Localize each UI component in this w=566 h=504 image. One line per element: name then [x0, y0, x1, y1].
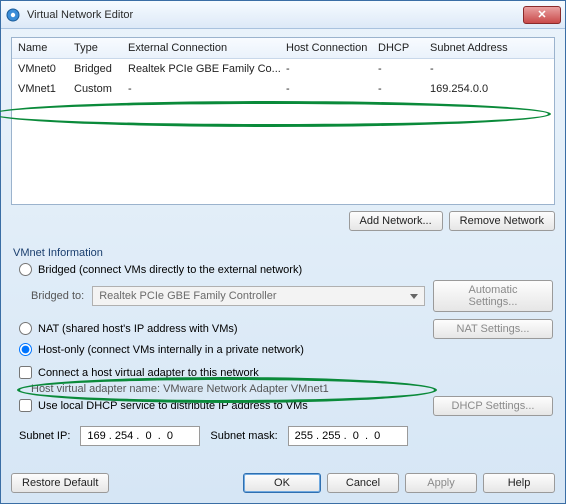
- cancel-button[interactable]: Cancel: [327, 473, 399, 493]
- close-button[interactable]: ✕: [523, 6, 561, 24]
- table-row[interactable]: VMnet1 Custom - - - 169.254.0.0: [12, 79, 554, 99]
- radio-bridged[interactable]: [19, 263, 32, 276]
- dialog-footer: Restore Default OK Cancel Apply Help: [1, 467, 565, 503]
- col-dhcp[interactable]: DHCP: [378, 42, 430, 54]
- host-adapter-name: Host virtual adapter name: VMware Networ…: [31, 383, 329, 395]
- col-subnet-address[interactable]: Subnet Address: [430, 42, 548, 54]
- label-use-dhcp: Use local DHCP service to distribute IP …: [38, 400, 308, 412]
- label-connect-host-adapter: Connect a host virtual adapter to this n…: [38, 367, 259, 379]
- cell-dhcp: -: [378, 83, 430, 95]
- app-icon: [5, 7, 21, 23]
- vmnet-list[interactable]: Name Type External Connection Host Conne…: [11, 37, 555, 205]
- col-type[interactable]: Type: [74, 42, 128, 54]
- cell-subnet: -: [430, 63, 548, 75]
- checkbox-use-dhcp[interactable]: [19, 399, 32, 412]
- cell-host: -: [286, 63, 378, 75]
- cell-ext: Realtek PCIe GBE Family Co...: [128, 63, 286, 75]
- subnet-ip-label: Subnet IP:: [19, 430, 70, 442]
- bridged-to-label: Bridged to:: [31, 290, 84, 302]
- label-nat: NAT (shared host's IP address with VMs): [38, 323, 238, 335]
- nat-settings-button[interactable]: NAT Settings...: [433, 319, 553, 339]
- bridged-to-value: Realtek PCIe GBE Family Controller: [99, 290, 276, 302]
- ok-button[interactable]: OK: [243, 473, 321, 493]
- cell-dhcp: -: [378, 63, 430, 75]
- apply-button[interactable]: Apply: [405, 473, 477, 493]
- restore-default-button[interactable]: Restore Default: [11, 473, 109, 493]
- cell-type: Bridged: [74, 63, 128, 75]
- window-title: Virtual Network Editor: [27, 9, 523, 21]
- col-host-connection[interactable]: Host Connection: [286, 42, 378, 54]
- cell-ext: -: [128, 83, 286, 95]
- cell-type: Custom: [74, 83, 128, 95]
- table-row[interactable]: VMnet0 Bridged Realtek PCIe GBE Family C…: [12, 59, 554, 79]
- subnet-mask-input[interactable]: [288, 426, 408, 446]
- dhcp-settings-button[interactable]: DHCP Settings...: [433, 396, 553, 416]
- add-network-button[interactable]: Add Network...: [349, 211, 443, 231]
- bridged-to-combo[interactable]: Realtek PCIe GBE Family Controller: [92, 286, 425, 306]
- vmnet-information-group: VMnet Information Bridged (connect VMs d…: [11, 241, 555, 450]
- radio-host-only[interactable]: [19, 343, 32, 356]
- help-button[interactable]: Help: [483, 473, 555, 493]
- col-name[interactable]: Name: [18, 42, 74, 54]
- close-icon: ✕: [537, 8, 546, 21]
- label-bridged: Bridged (connect VMs directly to the ext…: [38, 264, 302, 276]
- cell-name: VMnet0: [18, 63, 74, 75]
- group-title: VMnet Information: [13, 247, 553, 259]
- cell-name: VMnet1: [18, 83, 74, 95]
- label-host-only: Host-only (connect VMs internally in a p…: [38, 344, 304, 356]
- checkbox-connect-host-adapter[interactable]: [19, 366, 32, 379]
- cell-host: -: [286, 83, 378, 95]
- remove-network-button[interactable]: Remove Network: [449, 211, 555, 231]
- col-external-connection[interactable]: External Connection: [128, 42, 286, 54]
- radio-nat[interactable]: [19, 322, 32, 335]
- automatic-settings-button[interactable]: Automatic Settings...: [433, 280, 553, 312]
- subnet-ip-input[interactable]: [80, 426, 200, 446]
- list-header: Name Type External Connection Host Conne…: [12, 38, 554, 59]
- cell-subnet: 169.254.0.0: [430, 83, 548, 95]
- subnet-mask-label: Subnet mask:: [210, 430, 277, 442]
- title-bar: Virtual Network Editor ✕: [1, 1, 565, 29]
